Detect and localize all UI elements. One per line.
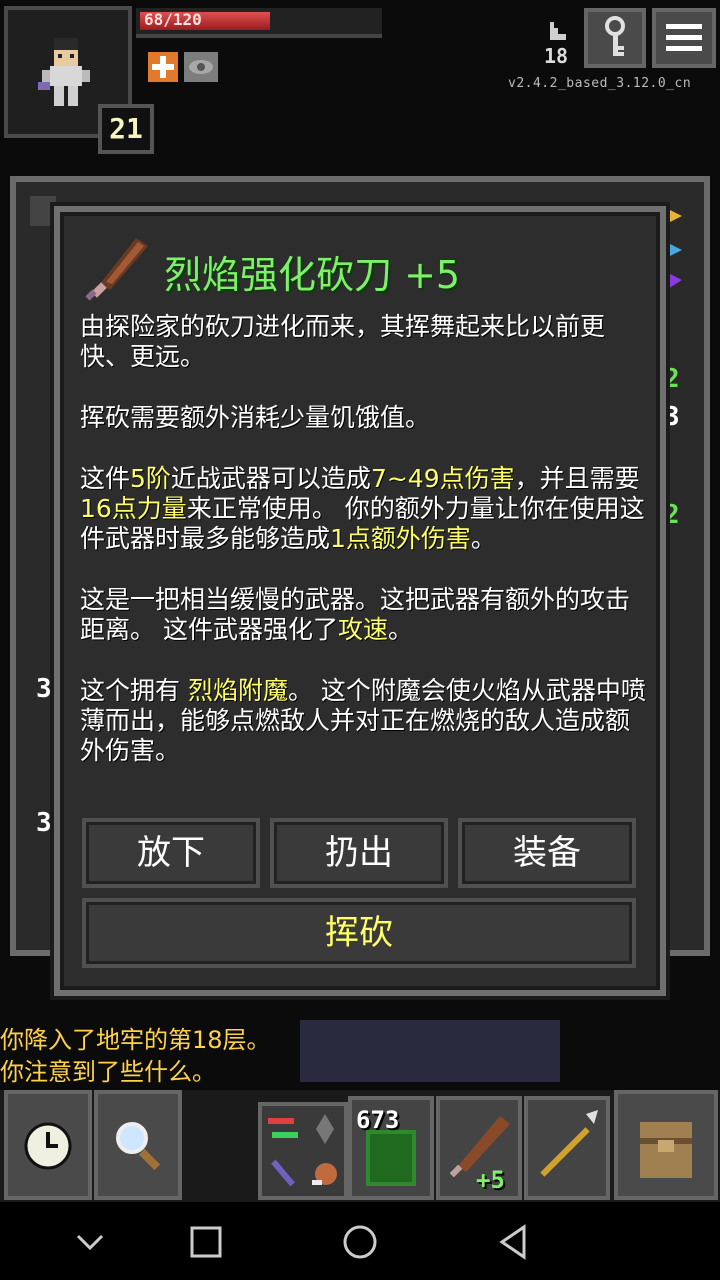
dungeon-depth: 18 — [544, 44, 569, 68]
quickslot-spear[interactable] — [524, 1096, 610, 1200]
item-title: 烈焰强化砍刀 +5 — [164, 253, 461, 297]
quick-count: 2 — [664, 500, 680, 530]
weapon-level-badge: +5 — [476, 1166, 505, 1194]
desc-paragraph: 这个拥有 烈焰附魔。 这个附魔会使火焰从武器中喷薄而出，能够点燃敌人并对正在燃烧… — [80, 676, 650, 766]
version-label: v2.4.2_based_3.12.0_cn — [508, 76, 692, 91]
game-log-line: 你降入了地牢的第18层。 — [0, 1026, 271, 1054]
menu-button[interactable] — [652, 8, 716, 68]
backpack-button[interactable] — [614, 1090, 718, 1200]
drop-button[interactable]: 放下 — [82, 818, 260, 888]
buff-icon[interactable] — [148, 52, 178, 82]
wait-button[interactable] — [4, 1090, 92, 1200]
dungeon-floor-tile — [300, 1020, 560, 1082]
quick-count: 3 — [664, 402, 680, 432]
bag-tab-icons — [666, 208, 682, 290]
desc-paragraph: 这是一把相当缓慢的武器。这把武器有额外的攻击距离。 这件武器强化了攻速。 — [80, 585, 650, 645]
nav-down-icon[interactable] — [74, 1226, 106, 1258]
stairs-depth-icon — [550, 22, 566, 40]
quick-count: 3 — [36, 808, 52, 838]
desc-paragraph: 这件5阶近战武器可以造成7~49点伤害，并且需要16点力量来正常使用。 你的额外… — [80, 464, 650, 554]
gold-count: 673 — [356, 1106, 400, 1134]
hero-level-badge: 21 — [98, 104, 154, 154]
wand-icon[interactable] — [264, 1154, 302, 1192]
journal-button[interactable] — [584, 8, 646, 68]
food-icon[interactable] — [306, 1154, 344, 1192]
quick-count: 2 — [664, 364, 680, 394]
backpack-icon — [640, 1122, 692, 1178]
chop-button[interactable]: 挥砍 — [82, 898, 636, 968]
desc-text: 这个拥有 — [80, 676, 188, 705]
nav-home-icon[interactable] — [340, 1222, 380, 1262]
quick-count: 3 — [36, 674, 52, 704]
attack-speed-keyword: 攻速 — [337, 615, 388, 644]
desc-text: 这件 — [80, 464, 131, 493]
bonus-damage: 1点额外伤害 — [330, 524, 471, 553]
desc-paragraph: 由探险家的砍刀进化而来，其挥舞起来比以前更快、更远。 — [80, 312, 606, 371]
enchantment-name: 烈焰附魔 — [187, 676, 288, 705]
desc-text: 。 — [470, 524, 496, 553]
desc-text: 近战武器可以造成 — [170, 464, 371, 493]
weapon-tier: 5阶 — [130, 464, 171, 493]
magnifier-icon — [116, 1122, 161, 1171]
hamburger-menu-icon — [666, 24, 702, 51]
desc-text: ，并且需要 — [514, 464, 640, 493]
nav-recents-icon[interactable] — [188, 1224, 224, 1260]
game-log-line: 你注意到了些什么。 — [0, 1058, 216, 1086]
search-button[interactable] — [94, 1090, 182, 1200]
swap-icon[interactable] — [264, 1110, 302, 1148]
nav-back-icon[interactable] — [494, 1222, 534, 1262]
weapon-damage: 7~49点伤害 — [370, 464, 515, 493]
equip-button[interactable]: 装备 — [458, 818, 636, 888]
hp-text: 68/120 — [144, 10, 202, 29]
item-description: 由探险家的砍刀进化而来，其挥舞起来比以前更快、更远。 挥砍需要额外消耗少量饥饿值… — [80, 312, 650, 797]
inventory-tab — [30, 196, 56, 226]
clock-icon — [24, 1122, 72, 1170]
rune-icon[interactable] — [306, 1110, 344, 1148]
desc-text: 。 — [387, 615, 413, 644]
throw-button[interactable]: 扔出 — [270, 818, 448, 888]
spear-icon — [540, 1110, 598, 1177]
key-icon — [605, 16, 625, 56]
weapon-strength-req: 16点力量 — [80, 494, 187, 523]
hero-sprite-icon — [38, 38, 90, 106]
vision-buff-icon[interactable] — [184, 52, 218, 82]
machete-icon — [85, 238, 148, 301]
desc-paragraph: 挥砍需要额外消耗少量饥饿值。 — [80, 403, 431, 432]
